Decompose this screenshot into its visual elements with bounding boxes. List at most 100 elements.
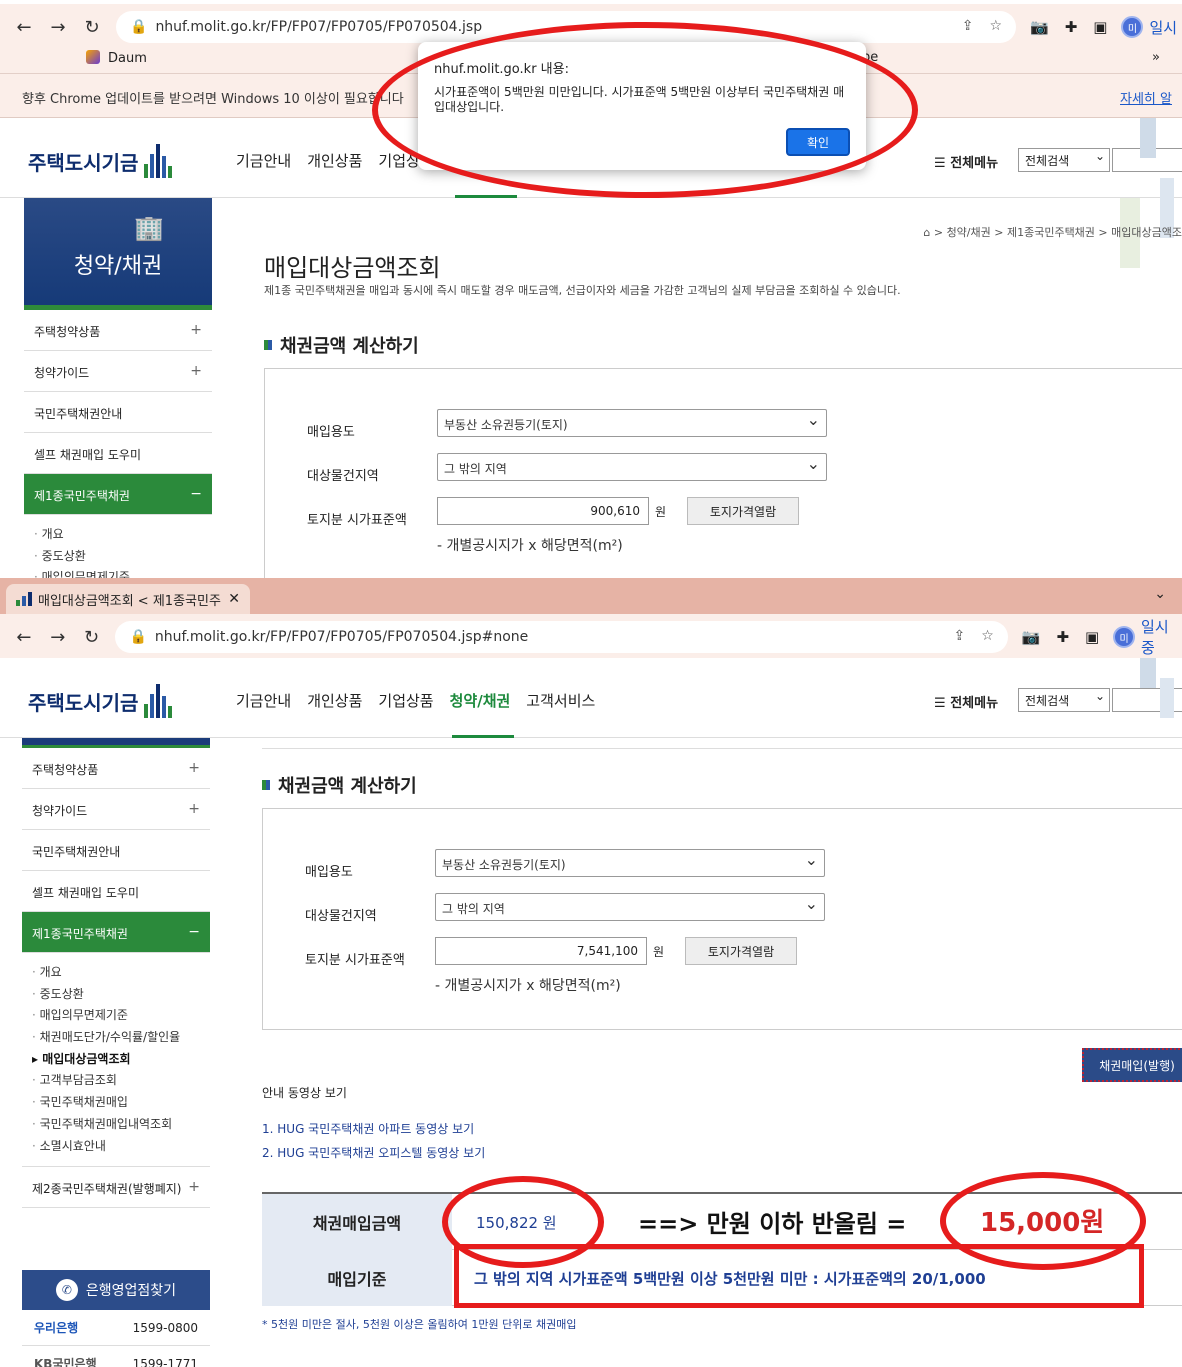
- lnb-label: 제1종국민주택채권: [32, 927, 128, 941]
- minus-icon: −: [188, 924, 200, 940]
- unit-label: 원: [653, 945, 665, 959]
- home-icon[interactable]: ⌂: [923, 226, 930, 239]
- breadcrumb: ⌂ > 청약/채권 > 제1종국민주택채권 > 매입대상금액조: [923, 226, 1182, 239]
- chevron-down-icon: ⌄: [1094, 689, 1105, 703]
- video-link-apartment[interactable]: 1. HUG 국민주택채권 아파트 동영상 보기: [262, 1120, 474, 1137]
- close-icon[interactable]: ✕: [228, 591, 240, 607]
- lnb-item-self-helper[interactable]: 셀프 채권매입 도우미: [22, 871, 210, 912]
- gnb-item-business[interactable]: 기업상품: [378, 690, 433, 711]
- lnb-sub-redemption[interactable]: 중도상환: [34, 547, 202, 569]
- crumb-1[interactable]: 청약/채권: [947, 226, 991, 239]
- forward-icon[interactable]: →: [48, 627, 68, 648]
- lnb-sub-customer-charge[interactable]: 고객부담금조회: [32, 1071, 200, 1093]
- purpose-select[interactable]: 부동산 소유권등기(토지): [437, 409, 827, 437]
- search-scope-select[interactable]: 전체검색 ⌄: [1018, 688, 1110, 712]
- lnb-item-type1-bond[interactable]: 제1종국민주택채권 −: [24, 474, 212, 515]
- lnb-item-guide[interactable]: 청약가이드 +: [24, 351, 212, 392]
- land-value-label: 토지분 시가표준액: [307, 513, 407, 528]
- lnb-sub-bond-purchase[interactable]: 국민주택채권매입: [32, 1093, 200, 1115]
- forward-icon[interactable]: →: [48, 17, 68, 38]
- back-icon[interactable]: ←: [14, 17, 34, 38]
- star-icon[interactable]: ☆: [981, 628, 994, 644]
- region-select[interactable]: 그 밖의 지역: [437, 453, 827, 481]
- reload-icon[interactable]: ↻: [82, 627, 102, 648]
- plus-icon: +: [190, 363, 202, 379]
- gnb-item-personal[interactable]: 개인상품: [307, 690, 362, 711]
- bookmarks-more[interactable]: »: [1152, 50, 1160, 65]
- lnb-sub-overview[interactable]: 개요: [32, 963, 200, 985]
- guide-video-title: 안내 동영상 보기: [262, 1086, 347, 1100]
- extensions-icon[interactable]: ✚: [1065, 18, 1078, 36]
- land-value-input[interactable]: 7,541,100: [435, 937, 647, 965]
- lnb-sub-target-amount[interactable]: 매입대상금액조회: [32, 1050, 200, 1072]
- star-icon[interactable]: ☆: [989, 18, 1002, 34]
- bank-phone: 1599-1771: [132, 1356, 198, 1367]
- gnb-item-personal[interactable]: 개인상품: [307, 150, 362, 171]
- lnb-item-type2-bond[interactable]: 제2종국민주택채권(발행폐지) +: [22, 1167, 210, 1209]
- camera-icon[interactable]: 📷: [1022, 628, 1041, 646]
- video-link-officetel[interactable]: 2. HUG 국민주택채권 오피스텔 동영상 보기: [262, 1144, 485, 1161]
- lnb-sub-overview[interactable]: 개요: [34, 525, 202, 547]
- lnb-item-self-helper[interactable]: 셀프 채권매입 도우미: [24, 433, 212, 474]
- bookmark-daum[interactable]: Daum: [86, 50, 147, 66]
- lnb-sub-expiry[interactable]: 소멸시효안내: [32, 1137, 200, 1159]
- gnb-item-fund[interactable]: 기금안내: [236, 690, 291, 711]
- gnb-item-service[interactable]: 고객서비스: [526, 690, 595, 711]
- lnb-item-guide[interactable]: 청약가이드 +: [22, 789, 210, 830]
- lnb-sub-purchase-history[interactable]: 국민주택채권매입내역조회: [32, 1115, 200, 1137]
- lnb-item-bond-info[interactable]: 국민주택채권안내: [24, 392, 212, 433]
- lnb-label: 주택청약상품: [32, 763, 99, 777]
- browser-tabbar: 매입대상금액조회 < 제1종국민주 ✕ ⌄: [0, 578, 1182, 614]
- gnb-item-fund[interactable]: 기금안내: [236, 150, 291, 171]
- extensions-icon[interactable]: ✚: [1056, 628, 1069, 646]
- lnb-item-bond-info[interactable]: 국민주택채권안내: [22, 830, 210, 871]
- bank-row[interactable]: 우리은행 1599-0800: [22, 1310, 210, 1347]
- chevron-down-icon[interactable]: ⌄: [1154, 586, 1166, 602]
- share-icon[interactable]: ⇪: [953, 628, 965, 644]
- lnb-item-type1-bond[interactable]: 제1종국민주택채권 −: [22, 912, 210, 953]
- lnb-item-subscription[interactable]: 주택청약상품 +: [24, 310, 212, 351]
- land-value-input[interactable]: 900,610: [437, 497, 649, 525]
- purpose-select[interactable]: 부동산 소유권등기(토지): [435, 849, 825, 877]
- lnb-sub-exemption[interactable]: 매입의무면제기준: [34, 568, 202, 578]
- side-panel-icon[interactable]: ▣: [1093, 18, 1107, 36]
- lnb-item-subscription[interactable]: 주택청약상품 +: [22, 748, 210, 789]
- site-logo[interactable]: 주택도시기금: [28, 144, 173, 178]
- browser-tab[interactable]: 매입대상금액조회 < 제1종국민주 ✕: [6, 584, 250, 614]
- infobar-link[interactable]: 자세히 알: [1120, 88, 1172, 107]
- back-icon[interactable]: ←: [14, 627, 34, 648]
- gnb-item-subscription[interactable]: 청약/채권: [450, 690, 511, 711]
- lnb-hero-strip: [22, 738, 210, 748]
- region-row: 대상물건지역 그 밖의 지역: [265, 453, 1182, 497]
- bookmark-label: Daum: [108, 51, 147, 66]
- page-title: 매입대상금액조회: [264, 254, 441, 282]
- side-panel-icon[interactable]: ▣: [1085, 628, 1099, 646]
- land-price-button[interactable]: 토지가격열람: [687, 497, 799, 525]
- share-icon[interactable]: ⇪: [962, 18, 974, 34]
- reload-icon[interactable]: ↻: [82, 17, 102, 38]
- lnb-submenu: 개요 중도상환 매입의무면제기준 채권매도단가/수익률/할인율 매입대상금액조회…: [22, 953, 210, 1168]
- lnb-sub-redemption[interactable]: 중도상환: [32, 985, 200, 1007]
- page-description: 제1종 국민주택채권을 매입과 동시에 즉시 매도할 경우 매도금액, 선급이자…: [264, 284, 901, 297]
- profile-button[interactable]: 미 일시중: [1113, 616, 1182, 658]
- crumb-2[interactable]: 제1종국민주택채권: [1007, 226, 1095, 239]
- lnb-sub-exemption[interactable]: 매입의무면제기준: [32, 1006, 200, 1028]
- lock-icon: 🔒: [129, 629, 147, 645]
- bank-finder-title[interactable]: ✆ 은행영업점찾기: [22, 1270, 210, 1311]
- camera-icon[interactable]: 📷: [1030, 18, 1049, 36]
- search-scope-select[interactable]: 전체검색 ⌄: [1018, 148, 1110, 172]
- infobar-text: 향후 Chrome 업데이트를 받으려면 Windows 10 이상이 필요합니…: [22, 92, 404, 107]
- address-bar[interactable]: 🔒 nhuf.molit.go.kr/FP/FP07/FP0705/FP0705…: [115, 621, 1008, 653]
- all-menu-button[interactable]: ☰ 전체메뉴: [934, 152, 998, 171]
- bond-issue-button[interactable]: 채권매입(발행): [1082, 1048, 1182, 1082]
- crumb-3[interactable]: 매입대상금액조: [1111, 226, 1182, 239]
- lnb-sub-price-rate[interactable]: 채권매도단가/수익률/할인율: [32, 1028, 200, 1050]
- bank-row[interactable]: KB국민은행 1599-1771: [22, 1346, 210, 1367]
- menu-icon: ☰: [934, 696, 951, 711]
- site-logo[interactable]: 주택도시기금: [28, 684, 173, 718]
- profile-button[interactable]: 미 일시: [1121, 16, 1177, 38]
- region-select[interactable]: 그 밖의 지역: [435, 893, 825, 921]
- land-price-button[interactable]: 토지가격열람: [685, 937, 797, 965]
- all-menu-button[interactable]: ☰ 전체메뉴: [934, 692, 998, 711]
- lnb-label: 셀프 채권매입 도우미: [34, 448, 141, 462]
